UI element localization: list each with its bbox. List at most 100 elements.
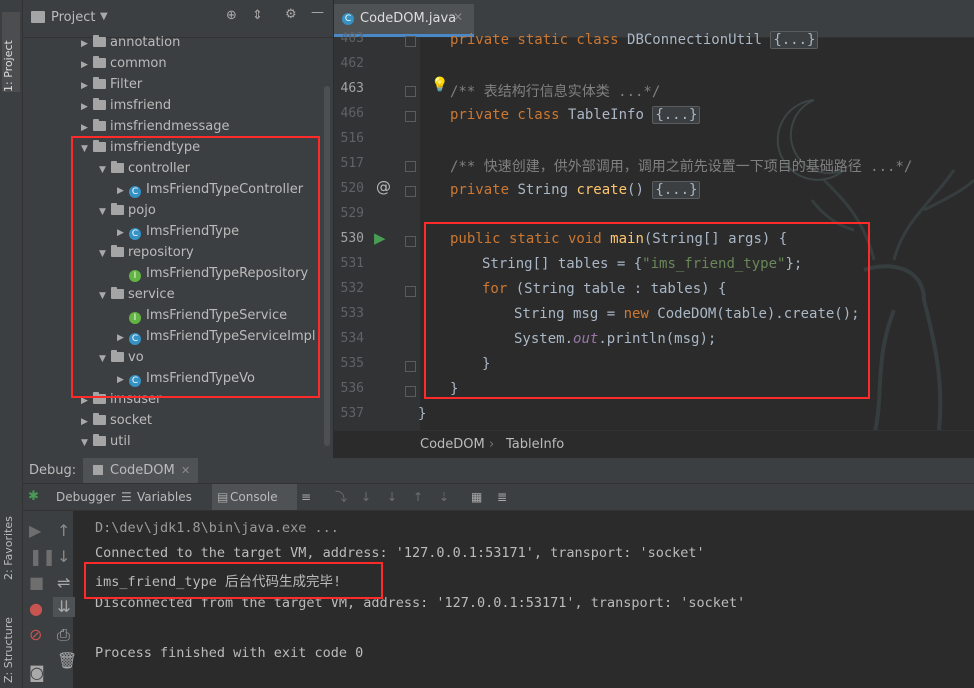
debug-session-tab[interactable]: CodeDOM ✕ [83, 458, 198, 483]
highlight-box-package [71, 136, 320, 398]
run-gutter-icon[interactable]: ▶ [374, 229, 386, 247]
left-tool-strip: 1: Project 2: Favorites Z: Structure [0, 0, 23, 688]
tree-item-label: socket [110, 413, 153, 428]
package-folder-icon [93, 56, 106, 68]
stop-icon[interactable]: ■ [29, 573, 44, 592]
scroll-down-icon[interactable]: ↓ [57, 547, 70, 566]
line-number: 535 [340, 356, 364, 371]
close-icon[interactable]: ✕ [453, 10, 463, 24]
tree-item-label: Filter [110, 77, 143, 92]
expand-arrow-down-icon[interactable]: ▼ [81, 433, 93, 454]
scroll-to-end-icon[interactable]: ⇊ [53, 597, 75, 617]
layout-menu-icon[interactable]: ≡ [301, 484, 311, 510]
code-line-517: /** 快速创建，供外部调用，调用之前先设置一下项目的基础路径 ...*/ [450, 159, 913, 175]
tree-item[interactable]: ▶ annotation [81, 32, 180, 53]
project-scrollbar[interactable] [324, 86, 330, 446]
expand-arrow-right-icon[interactable]: ▶ [81, 55, 93, 76]
expand-arrow-right-icon[interactable]: ▶ [81, 97, 93, 118]
line-number: 403 [340, 31, 364, 46]
package-folder-icon [93, 98, 106, 110]
folded-region[interactable]: {...} [652, 181, 701, 199]
package-folder-icon [93, 434, 106, 446]
gear-icon[interactable]: ⚙ [285, 7, 297, 22]
folded-region[interactable]: {...} [770, 31, 819, 49]
soft-wrap-icon[interactable]: ⇌ [57, 573, 70, 592]
tab-debugger[interactable]: Debugger [56, 484, 115, 510]
step-out-icon[interactable]: ↑ [413, 484, 423, 510]
expand-arrow-right-icon[interactable]: ▶ [81, 34, 93, 55]
line-number: 536 [340, 381, 364, 396]
line-number: 516 [340, 131, 364, 146]
line-number: 520 [340, 181, 364, 196]
lightbulb-icon[interactable]: 💡 [431, 77, 448, 93]
fold-toggle-icon[interactable] [405, 86, 416, 97]
tree-item[interactable]: ▶ Filter [81, 74, 142, 95]
breadcrumb-item-class[interactable]: CodeDOM [420, 431, 485, 459]
fold-toggle-icon[interactable] [405, 386, 416, 397]
show-execution-point-icon[interactable]: ⤵ [335, 484, 347, 510]
fold-toggle-icon[interactable] [405, 286, 416, 297]
tree-item-label: common [110, 56, 167, 71]
line-number: 530 [340, 231, 364, 246]
step-over-icon[interactable]: ↓ [361, 484, 371, 510]
fold-toggle-icon[interactable] [405, 361, 416, 372]
favorites-tool-tab[interactable]: 2: Favorites [2, 500, 20, 580]
variables-icon: ☰ [121, 490, 132, 504]
trace-icon[interactable]: ≣ [497, 484, 507, 510]
close-icon[interactable]: ✕ [181, 458, 190, 483]
console-line: Process finished with exit code 0 [95, 645, 364, 661]
tab-console-wrapper[interactable]: ▤ Console [212, 484, 297, 510]
debug-side-toolbar: ▶ ❚❚ ■ ● ⊘ ◙ ↑ ↓ ⇌ ⇊ ⎙ 🗑 [23, 511, 77, 688]
tree-item[interactable]: ▶ common [81, 53, 167, 74]
view-breakpoints-icon[interactable]: ● [29, 599, 43, 618]
locate-target-icon[interactable]: ⊕ [226, 8, 237, 23]
tree-item[interactable]: ▼ util [81, 431, 131, 452]
run-to-cursor-icon[interactable]: ⇣ [439, 484, 449, 510]
project-view-selector[interactable]: Project [51, 10, 95, 25]
breadcrumb-item-inner-class[interactable]: TableInfo [506, 431, 564, 459]
print-icon[interactable]: ⎙ [57, 625, 70, 645]
debug-title-bar: Debug: CodeDOM ✕ [23, 458, 974, 484]
structure-tool-tab[interactable]: Z: Structure [2, 598, 20, 683]
expand-arrow-right-icon[interactable]: ▶ [81, 76, 93, 97]
fold-toggle-icon[interactable] [405, 161, 416, 172]
tree-item[interactable]: ▶ imsfriend [81, 95, 171, 116]
pause-icon[interactable]: ❚❚ [29, 547, 56, 566]
project-folder-icon [31, 11, 45, 23]
step-into-icon[interactable]: ↓ [387, 484, 397, 510]
line-number: 537 [340, 406, 364, 421]
mute-breakpoints-icon[interactable]: ⊘ [29, 625, 42, 644]
minimize-icon[interactable]: — [311, 5, 324, 20]
expand-arrow-right-icon[interactable]: ▶ [81, 412, 93, 433]
rerun-icon[interactable]: ▶ [29, 521, 41, 540]
tree-item[interactable]: ▶ socket [81, 410, 152, 431]
camera-icon[interactable]: ◙ [29, 663, 45, 682]
tab-variables[interactable]: Variables [137, 484, 192, 510]
console-line: D:\dev\jdk1.8\bin\java.exe ... [95, 520, 339, 536]
highlight-box-console-output [84, 562, 383, 599]
bug-icon[interactable]: ✱ [28, 484, 39, 510]
evaluate-expression-icon[interactable]: ▦ [471, 484, 482, 510]
fold-toggle-icon[interactable] [405, 111, 416, 122]
line-number: 534 [340, 331, 364, 346]
project-tool-tab[interactable]: 1: Project [2, 12, 20, 92]
debug-toolbar: ✱ Debugger ☰ Variables ▤ Console ≡ ⤵ ↓ ↓… [23, 484, 974, 511]
breadcrumb-separator-icon: › [489, 437, 495, 452]
tree-item[interactable]: ▶ imsfriendmessage [81, 116, 230, 137]
fold-toggle-icon[interactable] [405, 186, 416, 197]
fold-toggle-icon[interactable] [405, 36, 416, 47]
java-class-icon: C [342, 13, 354, 25]
run-config-icon [93, 465, 103, 475]
trash-icon[interactable]: 🗑 [57, 651, 77, 670]
fold-toggle-icon[interactable] [405, 236, 416, 247]
line-number: 517 [340, 156, 364, 171]
code-line-466: private class TableInfo {...} [450, 106, 701, 124]
console-icon: ▤ [217, 490, 229, 504]
scroll-up-icon[interactable]: ↑ [57, 521, 70, 540]
override-marker-icon[interactable]: @ [376, 178, 391, 196]
folded-region[interactable]: {...} [652, 106, 701, 124]
code-line-463: /** 表结构行信息实体类 ...*/ [450, 84, 661, 100]
debug-session-label: CodeDOM [110, 463, 175, 478]
chevron-down-icon[interactable]: ▼ [100, 11, 108, 22]
collapse-all-icon[interactable]: ⇕ [252, 8, 263, 23]
